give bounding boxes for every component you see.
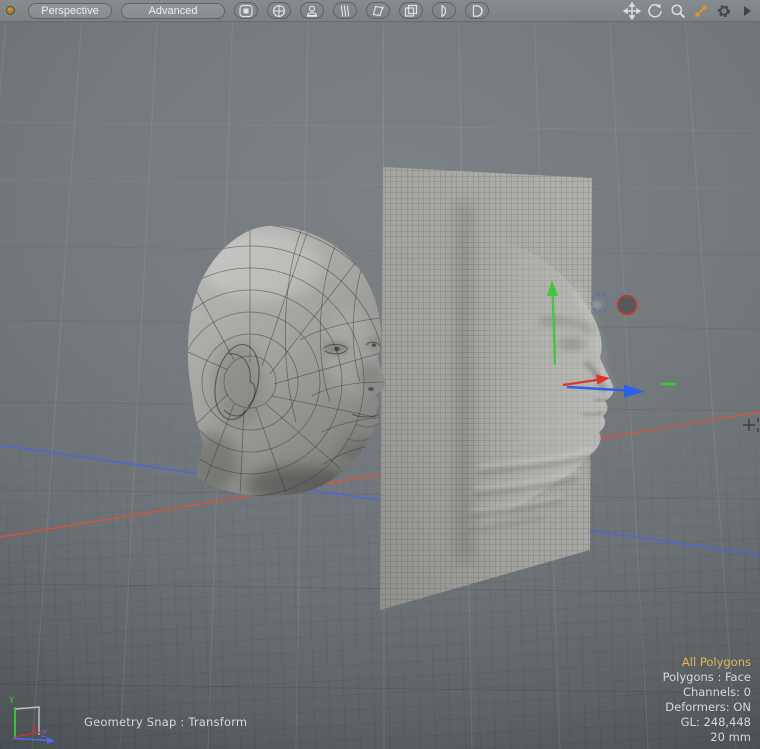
wireframe-waves-icon[interactable] [333,2,357,19]
view-navigation-cluster [620,1,758,21]
pan-view-glyph [623,2,641,20]
snap-status-text: Geometry Snap : Transform [84,715,247,729]
view-mode-button[interactable]: Perspective [28,3,112,19]
overlap-quads-glyph [403,4,419,18]
relief-plane-mesh[interactable] [375,162,613,617]
axis-widget-z-label: Z [41,730,47,740]
axis-widget-y-label: Y [8,696,15,706]
viewport-settings-gear-icon[interactable] [713,1,735,21]
gear-glyph [715,2,733,20]
info-row-polygons: Polygons : Face [663,670,751,685]
projection-sphere-glyph [271,4,287,18]
backface-cull-icon[interactable] [432,2,456,19]
info-row-channels: Channels: 0 [663,685,751,700]
rotate-handle-red-circle[interactable] [618,296,637,315]
workplane-z-arrowhead [47,738,55,744]
workplane-axis-widget: Y X Z [5,693,61,747]
rotate-view-glyph [646,2,664,20]
viewport-active-indicator-dot[interactable] [6,6,15,15]
action-center-cross-marker [743,418,758,432]
backface-cull-glyph [436,4,452,18]
pan-view-icon[interactable] [621,1,643,21]
polygon-mode-icon[interactable] [366,2,390,19]
wireframe-waves-glyph [337,4,353,18]
expand-triangle-glyph [744,6,751,16]
head-mesh[interactable] [92,222,408,540]
info-row-deformers: Deformers: ON [663,700,751,715]
viewport-toolbar: Perspective Advanced [0,0,760,22]
zoom-view-glyph [669,2,687,20]
render-region-glyph [238,4,254,18]
rotate-view-icon[interactable] [644,1,666,21]
selection-mode-text: All Polygons [663,655,751,670]
modeling-app-window: { "toolbar": { "view_mode_label": "Persp… [0,0,760,749]
polygon-mode-glyph [370,4,386,18]
info-row-gl-count: GL: 248,448 [663,715,751,730]
axis-z-line [0,445,760,555]
shading-mode-button[interactable]: Advanced [121,3,225,19]
zoom-view-icon[interactable] [667,1,689,21]
projection-sphere-icon[interactable] [267,2,291,19]
uv-book-icon[interactable] [465,2,489,19]
uv-book-glyph [469,4,485,18]
axis-widget-x-label: X [31,724,37,734]
3d-viewport[interactable]: Y X Z Geometry Snap : Transform All Poly… [0,22,760,749]
fit-view-icon[interactable] [690,1,712,21]
viewport-scene [0,22,760,749]
viewport-info-panel: All Polygons Polygons : Face Channels: 0… [663,655,751,745]
axis-x-line [0,412,760,537]
fit-view-glyph [692,2,710,20]
render-region-icon[interactable] [234,2,258,19]
camera-person-glyph [304,4,320,18]
camera-person-icon[interactable] [300,2,324,19]
info-row-grid-size: 20 mm [663,730,751,745]
expand-panel-arrow-icon[interactable] [736,1,758,21]
overlap-quads-icon[interactable] [399,2,423,19]
